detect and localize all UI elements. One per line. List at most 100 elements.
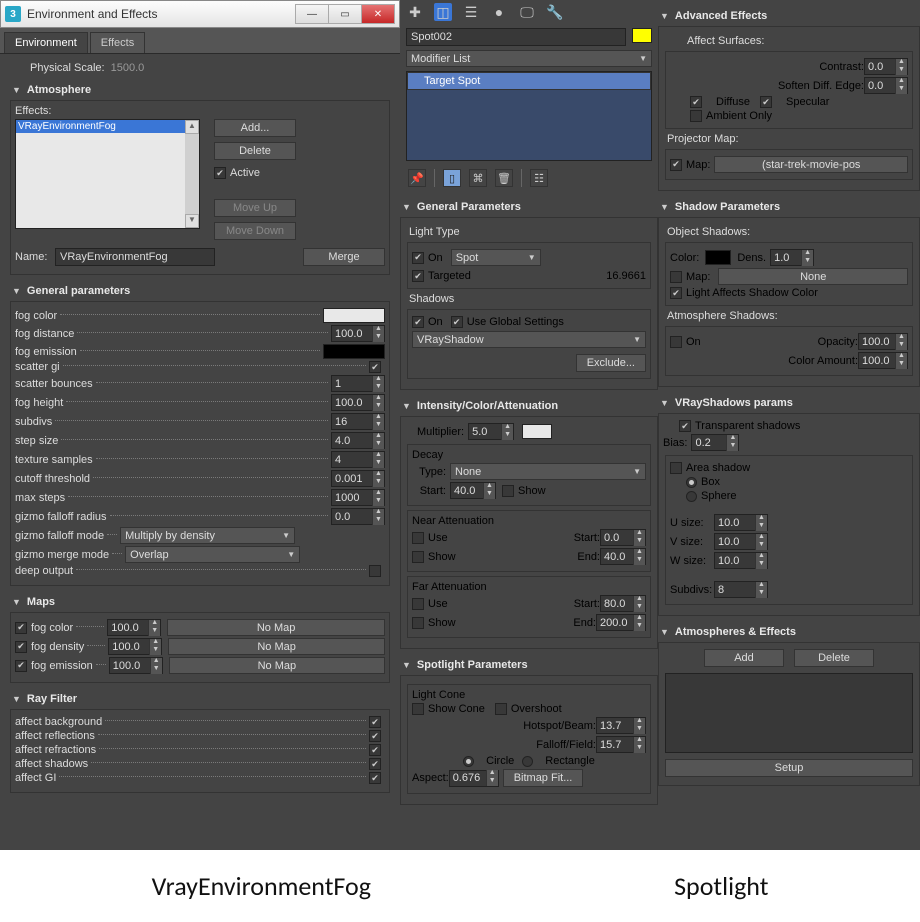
rollout-atmo-effects[interactable]: ▼Atmospheres & Effects <box>658 622 920 643</box>
circle-radio[interactable] <box>463 756 474 767</box>
scatter-gi-checkbox[interactable] <box>369 361 381 373</box>
fog-distance-spinner[interactable]: ▲▼ <box>331 325 385 342</box>
rf-shadows-checkbox[interactable] <box>369 758 381 770</box>
minimize-button[interactable]: — <box>295 4 329 24</box>
bias-spinner[interactable]: ▲▼ <box>691 434 739 451</box>
modifier-stack[interactable]: Target Spot <box>406 71 652 161</box>
box-radio[interactable] <box>686 477 697 488</box>
rollout-general[interactable]: ▼General parameters <box>10 281 390 302</box>
map-fogcolor-checkbox[interactable] <box>15 622 27 634</box>
area-shadow-checkbox[interactable] <box>670 462 682 474</box>
moveup-button[interactable]: Move Up <box>214 199 296 217</box>
map-fogcolor-button[interactable]: No Map <box>167 619 385 636</box>
modify-icon[interactable]: ◫ <box>434 3 452 21</box>
step-size-spinner[interactable]: ▲▼ <box>331 432 385 449</box>
tab-environment[interactable]: Environment <box>4 32 88 53</box>
hierarchy-icon[interactable]: ☰ <box>462 3 480 21</box>
map-fogdensity-button[interactable]: No Map <box>168 638 385 655</box>
use-global-checkbox[interactable] <box>451 316 463 328</box>
contrast-spinner[interactable]: ▲▼ <box>864 58 908 75</box>
hotspot-spinner[interactable]: ▲▼ <box>596 717 646 734</box>
light-type-dropdown[interactable]: Spot▼ <box>451 249 541 266</box>
map-fogemission-button[interactable]: No Map <box>169 657 385 674</box>
atmo-coloramt-spinner[interactable]: ▲▼ <box>858 352 908 369</box>
remove-modifier-icon[interactable]: 🗑 <box>495 169 513 187</box>
subdivs-spinner[interactable]: ▲▼ <box>331 413 385 430</box>
modifier-stack-item[interactable]: Target Spot <box>407 72 651 90</box>
multiplier-spinner[interactable]: ▲▼ <box>468 423 514 440</box>
display-icon[interactable]: 🖵 <box>518 3 536 21</box>
far-use-checkbox[interactable] <box>412 598 424 610</box>
gizmo-merge-dropdown[interactable]: Overlap▼ <box>125 546 300 563</box>
ae-setup-button[interactable]: Setup <box>665 759 913 777</box>
rf-gi-checkbox[interactable] <box>369 772 381 784</box>
rollout-adv-effects[interactable]: ▼Advanced Effects <box>658 6 920 27</box>
rectangle-radio[interactable] <box>522 756 533 767</box>
diffuse-checkbox[interactable] <box>690 96 702 108</box>
rf-refractions-checkbox[interactable] <box>369 744 381 756</box>
deep-output-checkbox[interactable] <box>369 565 381 577</box>
maximize-button[interactable]: ▭ <box>328 4 362 24</box>
gizmo-radius-spinner[interactable]: ▲▼ <box>331 508 385 525</box>
add-button[interactable]: Add... <box>214 119 296 137</box>
create-icon[interactable]: ✚ <box>406 3 424 21</box>
lasc-checkbox[interactable] <box>670 287 682 299</box>
scatter-bounces-spinner[interactable]: ▲▼ <box>331 375 385 392</box>
aspect-spinner[interactable]: ▲▼ <box>449 770 499 787</box>
map-fogemission-spinner[interactable]: ▲▼ <box>109 657 163 674</box>
effect-item-selected[interactable]: VRayEnvironmentFog <box>16 120 199 133</box>
soften-spinner[interactable]: ▲▼ <box>864 77 908 94</box>
shadow-dens-spinner[interactable]: ▲▼ <box>770 249 814 266</box>
rollout-maps[interactable]: ▼Maps <box>10 592 390 613</box>
rollout-vrayshadows[interactable]: ▼VRayShadows params <box>658 393 920 414</box>
effects-listbox[interactable]: VRayEnvironmentFog ▲▼ <box>15 119 200 229</box>
cutoff-spinner[interactable]: ▲▼ <box>331 470 385 487</box>
shadow-color-swatch[interactable] <box>705 250 731 265</box>
pin-icon[interactable]: 📌 <box>408 169 426 187</box>
max-steps-spinner[interactable]: ▲▼ <box>331 489 385 506</box>
ae-delete-button[interactable]: Delete <box>794 649 874 667</box>
specular-checkbox[interactable] <box>760 96 772 108</box>
decay-show-checkbox[interactable] <box>502 485 514 497</box>
near-show-checkbox[interactable] <box>412 551 424 563</box>
decay-start-spinner[interactable]: ▲▼ <box>450 482 496 499</box>
vsize-spinner[interactable]: ▲▼ <box>714 533 768 550</box>
trans-shadows-checkbox[interactable] <box>679 420 691 432</box>
near-use-checkbox[interactable] <box>412 532 424 544</box>
texture-samples-spinner[interactable]: ▲▼ <box>331 451 385 468</box>
merge-button[interactable]: Merge <box>303 248 385 266</box>
projmap-button[interactable]: (star-trek-movie-pos <box>714 156 908 173</box>
object-name-input[interactable] <box>406 28 626 46</box>
show-end-result-icon[interactable]: ▯ <box>443 169 461 187</box>
decay-type-dropdown[interactable]: None▼ <box>450 463 646 480</box>
projmap-checkbox[interactable] <box>670 159 682 171</box>
ae-add-button[interactable]: Add <box>704 649 784 667</box>
far-end-spinner[interactable]: ▲▼ <box>596 614 646 631</box>
titlebar[interactable]: 3 Environment and Effects — ▭ ✕ <box>0 0 400 28</box>
object-color-swatch[interactable] <box>632 28 652 43</box>
rf-background-checkbox[interactable] <box>369 716 381 728</box>
light-color-swatch[interactable] <box>522 424 552 439</box>
rollout-rayfilter[interactable]: ▼Ray Filter <box>10 689 390 710</box>
map-fogdensity-spinner[interactable]: ▲▼ <box>108 638 162 655</box>
light-on-checkbox[interactable] <box>412 252 424 264</box>
exclude-button[interactable]: Exclude... <box>576 354 646 372</box>
near-end-spinner[interactable]: ▲▼ <box>600 548 646 565</box>
overshoot-checkbox[interactable] <box>495 703 507 715</box>
fog-height-spinner[interactable]: ▲▼ <box>331 394 385 411</box>
rollout-ica[interactable]: ▼Intensity/Color/Attenuation <box>400 396 658 417</box>
atmo-opacity-spinner[interactable]: ▲▼ <box>858 333 908 350</box>
name-input[interactable] <box>55 248 215 266</box>
make-unique-icon[interactable]: ⌘ <box>469 169 487 187</box>
shadow-map-button[interactable]: None <box>718 268 908 285</box>
vs-subdivs-spinner[interactable]: ▲▼ <box>714 581 768 598</box>
motion-icon[interactable]: ● <box>490 3 508 21</box>
rollout-shadow-params[interactable]: ▼Shadow Parameters <box>658 197 920 218</box>
tab-effects[interactable]: Effects <box>90 32 145 53</box>
sphere-radio[interactable] <box>686 491 697 502</box>
scrollbar[interactable]: ▲▼ <box>185 120 199 228</box>
near-start-spinner[interactable]: ▲▼ <box>600 529 646 546</box>
fog-emission-swatch[interactable] <box>323 344 385 359</box>
delete-button[interactable]: Delete <box>214 142 296 160</box>
configure-icon[interactable]: ☷ <box>530 169 548 187</box>
